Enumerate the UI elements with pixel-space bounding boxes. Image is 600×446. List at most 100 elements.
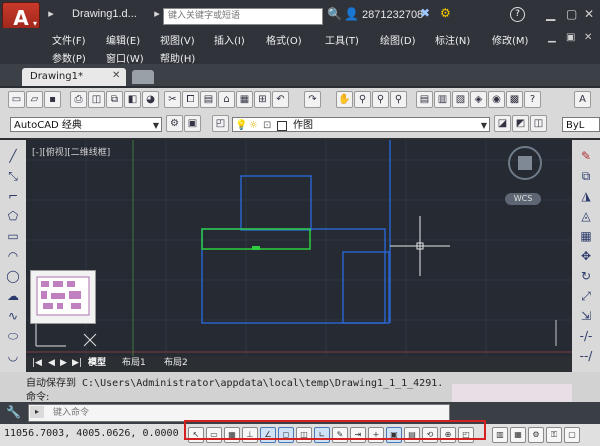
cursor-coordinates[interactable]: 11056.7003, 4005.0626, 0.0000 [4, 428, 179, 439]
layer-state-icon[interactable]: ◫ [530, 115, 547, 132]
doc-restore-icon[interactable]: ▣ [566, 32, 575, 43]
viewcube-face[interactable] [518, 156, 532, 170]
community-icon[interactable]: ⚙ [440, 6, 451, 20]
preview-icon[interactable]: ◫ [88, 91, 105, 108]
workspace-settings-icon[interactable]: ⚙ [166, 115, 183, 132]
minimize-icon[interactable]: ▁ [546, 7, 555, 21]
first-layout-icon[interactable]: |◀ [32, 357, 42, 369]
menu-insert[interactable]: 插入(I) [214, 32, 245, 47]
new-icon[interactable]: ▭ [8, 91, 25, 108]
prev-layout-icon[interactable]: ◀ [48, 357, 55, 369]
copy-icon[interactable]: ⧠ [182, 91, 199, 108]
offset-icon[interactable]: ◬ [578, 208, 594, 224]
stretch-icon[interactable]: ⇲ [578, 308, 594, 324]
tab-layout2[interactable]: 布局2 [164, 357, 188, 369]
zoom-realtime-icon[interactable]: ⚲ [354, 91, 371, 108]
pan-icon[interactable]: ✋ [336, 91, 353, 108]
spline-icon[interactable]: ∿ [5, 308, 21, 324]
menu-window[interactable]: 窗口(W) [106, 50, 144, 65]
search-box[interactable] [163, 8, 323, 25]
design-center-icon[interactable]: ▥ [434, 91, 451, 108]
rectangle-icon[interactable]: ▭ [5, 228, 21, 244]
polygon-icon[interactable]: ⬠ [5, 208, 21, 224]
rotate-icon[interactable]: ↻ [578, 268, 594, 284]
search-input[interactable] [164, 9, 322, 22]
wcs-button[interactable]: WCS [505, 193, 541, 205]
tab-close-icon[interactable]: ✕ [112, 70, 120, 81]
menu-modify[interactable]: 修改(M) [492, 32, 528, 47]
layer-previous-icon[interactable]: ◩ [512, 115, 529, 132]
menu-format[interactable]: 格式(O) [266, 32, 302, 47]
tool-palettes-icon[interactable]: ▧ [452, 91, 469, 108]
table-icon[interactable]: ⊞ [254, 91, 271, 108]
save-icon[interactable]: ▪ [44, 91, 61, 108]
quick-view-layouts-icon[interactable]: ▥ [492, 427, 508, 443]
last-layout-icon[interactable]: ▶| [72, 357, 82, 369]
quick-access-arrow-icon[interactable]: ▸ [44, 7, 58, 20]
array-icon[interactable]: ▦ [578, 228, 594, 244]
user-name[interactable]: 2871232708 [362, 9, 423, 21]
menu-tools[interactable]: 工具(T) [325, 32, 359, 47]
text-style-icon[interactable]: A [574, 91, 591, 108]
redo-icon[interactable]: ↷ [304, 91, 321, 108]
lock-ui-icon[interactable]: ⚿ [546, 427, 562, 443]
paste-icon[interactable]: ▤ [200, 91, 217, 108]
menu-help[interactable]: 帮助(H) [160, 50, 195, 65]
ellipse-icon[interactable]: ⬭ [5, 328, 21, 344]
layer-select[interactable]: 💡 ☼ ⊡ 作图 ▼ [232, 117, 490, 132]
drawing-canvas[interactable] [26, 140, 572, 356]
block-editor-icon[interactable]: ▦ [236, 91, 253, 108]
move-icon[interactable]: ✥ [578, 248, 594, 264]
line-icon[interactable]: ╱ [5, 148, 21, 164]
user-icon[interactable]: 👤 [344, 7, 359, 21]
circle-icon[interactable]: ◯ [5, 268, 21, 284]
match-properties-icon[interactable]: ⌂ [218, 91, 235, 108]
exchange-icon[interactable]: ✖ [420, 6, 430, 20]
markup-icon[interactable]: ◉ [488, 91, 505, 108]
zoom-window-icon[interactable]: ⚲ [372, 91, 389, 108]
construction-line-icon[interactable]: ⤡ [5, 168, 21, 184]
command-prefix-icon[interactable]: ▸ [30, 406, 44, 418]
tab-model[interactable]: 模型 [88, 357, 106, 369]
doc-minimize-icon[interactable]: ▁ [548, 32, 556, 43]
copy-object-icon[interactable]: ⧉ [578, 168, 594, 184]
plot-icon[interactable]: ⎙ [70, 91, 87, 108]
publish-icon[interactable]: ⧉ [106, 91, 123, 108]
expand-icon[interactable]: ▸ [150, 7, 164, 20]
customize-icon[interactable]: ▣ [184, 115, 201, 132]
web-icon[interactable]: ◕ [142, 91, 159, 108]
polyline-icon[interactable]: ⌐ [5, 188, 21, 204]
help-icon[interactable]: ? [524, 91, 541, 108]
color-select[interactable]: ByL [562, 117, 600, 132]
open-icon[interactable]: ▱ [26, 91, 43, 108]
properties-icon[interactable]: ▤ [416, 91, 433, 108]
erase-icon[interactable]: ✎ [578, 148, 594, 164]
viewport-label[interactable]: [-][俯视][二维线框] [32, 145, 110, 158]
menu-parametric[interactable]: 参数(P) [52, 50, 86, 65]
workspace-select[interactable]: AutoCAD 经典 ▼ [10, 117, 162, 132]
clean-screen-icon[interactable]: ▢ [564, 427, 580, 443]
sheet-set-icon[interactable]: ◈ [470, 91, 487, 108]
wrench-icon[interactable]: 🔧 [6, 405, 21, 419]
menu-draw[interactable]: 绘图(D) [380, 32, 416, 47]
command-input[interactable] [29, 405, 435, 421]
close-icon[interactable]: ✕ [584, 7, 594, 21]
scale-icon[interactable]: ⤢ [578, 288, 594, 304]
search-icon[interactable]: 🔍 [327, 7, 342, 21]
3d-print-icon[interactable]: ◧ [124, 91, 141, 108]
quick-view-drawings-icon[interactable]: ▦ [510, 427, 526, 443]
make-current-icon[interactable]: ◪ [494, 115, 511, 132]
cut-icon[interactable]: ✂ [164, 91, 181, 108]
doc-close-icon[interactable]: ✕ [584, 32, 592, 43]
calculator-icon[interactable]: ▩ [506, 91, 523, 108]
menu-dimension[interactable]: 标注(N) [435, 32, 470, 47]
tab-layout1[interactable]: 布局1 [122, 357, 146, 369]
undo-icon[interactable]: ↶ [272, 91, 289, 108]
layer-properties-icon[interactable]: ◰ [212, 115, 229, 132]
help-button[interactable]: ? [510, 7, 525, 22]
maximize-icon[interactable]: ▢ [566, 7, 577, 21]
next-layout-icon[interactable]: ▶ [60, 357, 67, 369]
mirror-icon[interactable]: ◮ [578, 188, 594, 204]
extend-icon[interactable]: --/ [578, 348, 594, 364]
tab-drawing1[interactable]: Drawing1* ✕ [22, 68, 126, 86]
